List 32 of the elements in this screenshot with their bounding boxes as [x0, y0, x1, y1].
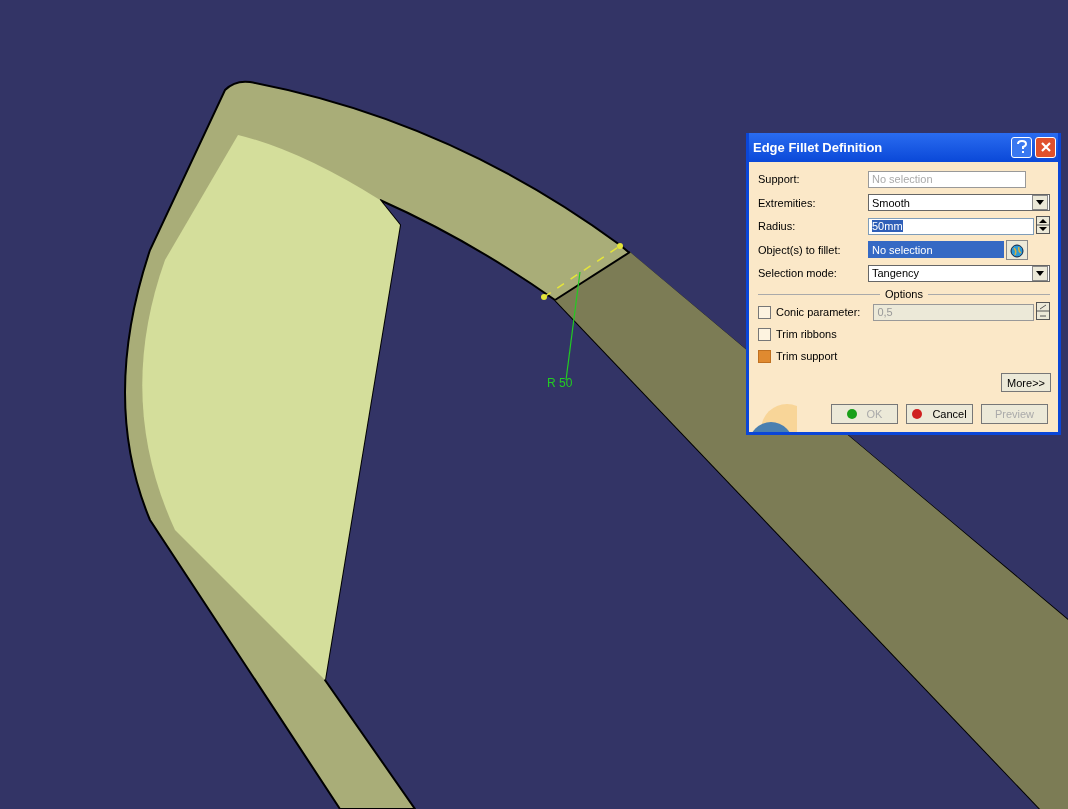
field-label: Support:	[758, 173, 801, 186]
selection-list-button[interactable]	[1006, 239, 1028, 260]
status-light-icon	[912, 409, 923, 419]
question-icon	[1015, 140, 1028, 155]
globe-icon	[1009, 241, 1025, 258]
spinner-arrows[interactable]	[1036, 302, 1050, 322]
help-button[interactable]	[1011, 136, 1032, 158]
dropdown[interactable]: Smooth	[868, 194, 1050, 212]
dropdown[interactable]: Tangency	[868, 264, 1050, 282]
placeholder-text: No selection	[872, 173, 933, 186]
selection-field[interactable]: No selection	[868, 241, 1004, 259]
status-light-icon	[846, 409, 857, 419]
checkbox-label: Conic parameter:	[776, 306, 861, 318]
field-label: Object(s) to fillet:	[758, 243, 842, 256]
checkbox-label: Trim ribbons	[776, 328, 837, 340]
more-button[interactable]: More>>	[1001, 373, 1051, 392]
checkbox[interactable]	[758, 327, 771, 341]
dropdown-arrow-icon	[1036, 200, 1044, 206]
input-field[interactable]: 50mm	[868, 217, 1034, 235]
checkbox[interactable]	[758, 349, 771, 363]
field-label: Selection mode:	[758, 267, 838, 280]
close-icon	[1039, 141, 1052, 154]
group-title: Options	[885, 288, 923, 300]
spinner-arrows[interactable]	[1036, 216, 1050, 237]
window-title: Edge Fillet Definition	[753, 139, 884, 155]
dialog-button[interactable]: Cancel	[906, 404, 973, 424]
field-label: Radius:	[758, 220, 797, 233]
field-label: Extremities:	[758, 196, 817, 209]
close-button[interactable]	[1035, 136, 1056, 158]
checkbox-label: Trim support	[776, 350, 838, 362]
dropdown-arrow-icon	[1036, 270, 1044, 276]
dimension-label: R 50	[547, 376, 573, 390]
